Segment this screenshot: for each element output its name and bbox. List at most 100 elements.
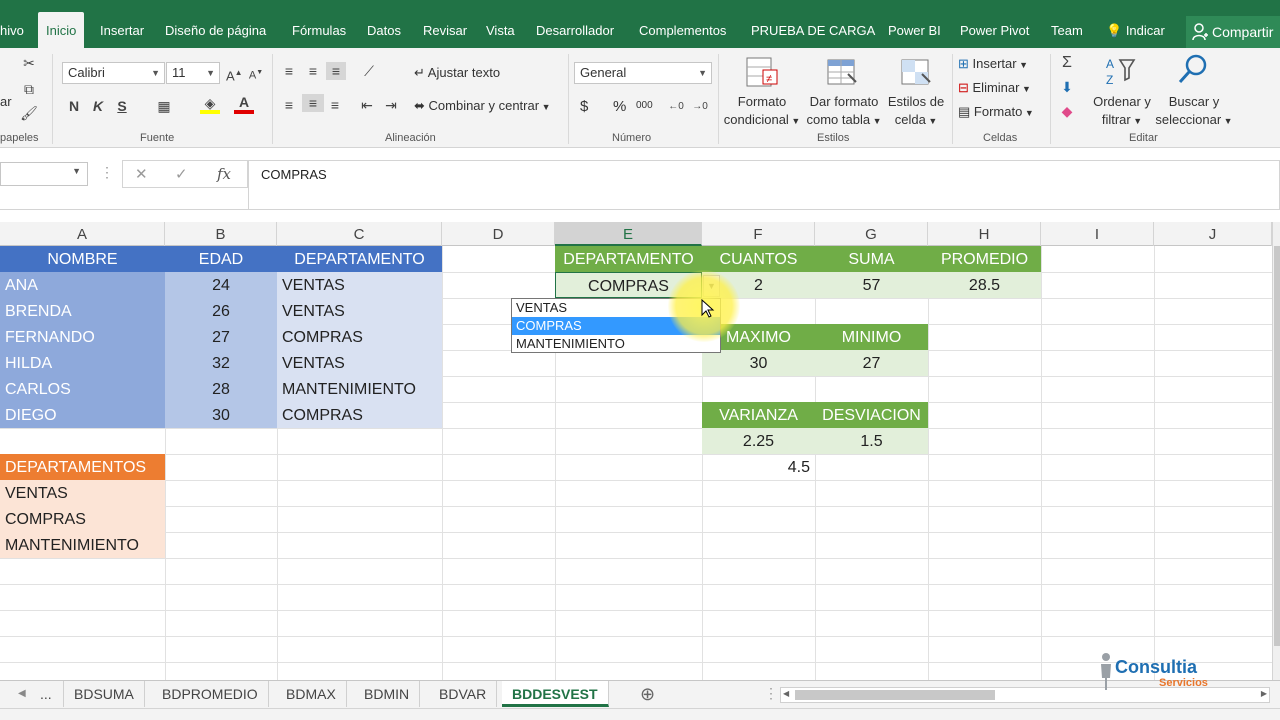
column-header-i[interactable]: I <box>1041 222 1154 246</box>
decrease-indent-icon[interactable]: ⇤ <box>358 96 376 114</box>
column-header-j[interactable]: J <box>1154 222 1272 246</box>
cell-age[interactable]: 26 <box>165 298 277 324</box>
cell-name[interactable]: HILDA <box>0 350 165 376</box>
cell-dept[interactable]: MANTENIMIENTO <box>277 376 442 402</box>
tab-addins[interactable]: Complementos <box>639 12 726 48</box>
dropdown-option-mantenimiento[interactable]: MANTENIMIENTO <box>512 335 720 353</box>
horizontal-scrollbar-thumb[interactable] <box>795 690 995 700</box>
vertical-scrollbar[interactable] <box>1272 222 1280 680</box>
autosum-icon[interactable]: Σ <box>1058 54 1076 72</box>
conditional-format-button[interactable]: Formato condicional ▼ <box>722 93 802 130</box>
add-sheet-icon[interactable]: ⊕ <box>630 681 665 707</box>
cell-name[interactable]: CARLOS <box>0 376 165 402</box>
cell-styles-button[interactable]: Estilos de celda ▼ <box>884 93 948 130</box>
dropdown-arrow-button[interactable]: ▼ <box>703 275 720 297</box>
format-as-table-button[interactable]: Dar formato como tabla ▼ <box>802 93 886 130</box>
cell-age[interactable]: 30 <box>165 402 277 428</box>
shrink-font-icon[interactable]: A▼ <box>248 64 264 85</box>
departments-header[interactable]: DEPARTAMENTOS <box>0 454 165 480</box>
align-right-icon[interactable]: ≡ <box>326 96 344 114</box>
cell-dept[interactable]: COMPRAS <box>277 402 442 428</box>
merge-center-button[interactable]: ⬌ Combinar y centrar ▼ <box>414 98 550 114</box>
cell-name[interactable]: DIEGO <box>0 402 165 428</box>
vertical-scrollbar-thumb[interactable] <box>1274 246 1280 646</box>
find-select-icon[interactable] <box>1176 52 1210 86</box>
suma-header[interactable]: SUMA <box>815 246 928 272</box>
department-item[interactable]: COMPRAS <box>0 506 165 532</box>
tell-me-box[interactable]: 💡 Indicar <box>1106 12 1165 48</box>
column-header-e[interactable]: E <box>555 222 702 246</box>
tab-power-pivot[interactable]: Power Pivot <box>960 12 1029 48</box>
column-header-f[interactable]: F <box>702 222 815 246</box>
cell-dept[interactable]: VENTAS <box>277 350 442 376</box>
sheet-tab-bdmin[interactable]: BDMIN <box>354 681 421 707</box>
tab-load-test[interactable]: PRUEBA DE CARGA <box>751 12 875 48</box>
underline-button[interactable]: S <box>114 97 130 115</box>
format-painter-icon[interactable]: 🖌 <box>20 104 38 122</box>
cell-styles-icon[interactable] <box>900 56 934 90</box>
cell-age[interactable]: 28 <box>165 376 277 402</box>
increase-decimal-icon[interactable]: ←0 <box>666 98 686 116</box>
sheet-tab-bddesvest[interactable]: BDDESVEST <box>502 681 609 707</box>
font-color-icon[interactable]: A <box>234 94 254 114</box>
suma-value[interactable]: 57 <box>815 272 928 298</box>
column-header-g[interactable]: G <box>815 222 928 246</box>
cell-age[interactable]: 27 <box>165 324 277 350</box>
align-left-icon[interactable]: ≡ <box>280 96 298 114</box>
extra-value[interactable]: 4.5 <box>702 454 815 480</box>
more-sheets-button[interactable]: ... <box>30 681 62 707</box>
align-top-icon[interactable]: ≡ <box>280 62 298 80</box>
align-middle-icon[interactable]: ≡ <box>304 62 322 80</box>
sheet-tab-bdsuma[interactable]: BDSUMA <box>63 681 145 707</box>
formula-input[interactable]: COMPRAS <box>248 160 1280 210</box>
insert-function-icon[interactable]: fx <box>217 165 231 183</box>
dropdown-option-compras[interactable]: COMPRAS <box>512 317 720 335</box>
align-center-icon[interactable]: ≡ <box>302 94 324 112</box>
tab-page-layout[interactable]: Diseño de página <box>165 12 266 48</box>
tab-review[interactable]: Revisar <box>423 12 467 48</box>
format-cells-button[interactable]: ▤ Formato ▼ <box>958 104 1034 120</box>
tab-formulas[interactable]: Fórmulas <box>292 12 346 48</box>
format-as-table-icon[interactable] <box>826 56 860 90</box>
cancel-icon[interactable]: ✕ <box>135 165 148 183</box>
increase-indent-icon[interactable]: ⇥ <box>382 96 400 114</box>
varianza-header[interactable]: VARIANZA <box>702 402 815 428</box>
cell-dept[interactable]: COMPRAS <box>277 324 442 350</box>
cut-icon[interactable]: ✂ <box>20 54 38 72</box>
clear-icon[interactable]: ◆ <box>1058 102 1076 120</box>
tab-data[interactable]: Datos <box>367 12 401 48</box>
cell-age[interactable]: 32 <box>165 350 277 376</box>
tab-view[interactable]: Vista <box>486 12 515 48</box>
cell-dept[interactable]: VENTAS <box>277 298 442 324</box>
tab-developer[interactable]: Desarrollador <box>536 12 614 48</box>
conditional-format-icon[interactable]: ≠ <box>745 56 779 90</box>
delete-cells-button[interactable]: ⊟ Eliminar ▼ <box>958 80 1031 96</box>
find-select-button[interactable]: Buscar y seleccionar ▼ <box>1154 93 1234 130</box>
borders-icon[interactable]: ▦ <box>154 97 174 115</box>
thousands-button[interactable]: 000 <box>636 100 653 111</box>
column-header-c[interactable]: C <box>277 222 442 246</box>
font-name-combo[interactable]: Calibri ▼ <box>62 62 165 84</box>
paste-button-label[interactable]: ar <box>0 94 12 109</box>
varianza-value[interactable]: 2.25 <box>702 428 815 454</box>
sheet-tab-bdmax[interactable]: BDMAX <box>276 681 347 707</box>
dropdown-option-ventas[interactable]: VENTAS <box>512 299 720 317</box>
sheet-tab-bdpromedio[interactable]: BDPROMEDIO <box>152 681 269 707</box>
cell-age[interactable]: 24 <box>165 272 277 298</box>
orientation-icon[interactable]: ⟋ <box>358 62 380 80</box>
criteria-header[interactable]: DEPARTAMENTO <box>555 246 702 272</box>
grow-font-icon[interactable]: A▲ <box>226 64 243 85</box>
tab-home[interactable]: Inicio <box>38 12 85 48</box>
fill-icon[interactable]: ⬇ <box>1058 78 1076 96</box>
cell-name[interactable]: ANA <box>0 272 165 298</box>
insert-cells-button[interactable]: ⊞ Insertar ▼ <box>958 56 1028 72</box>
desviacion-header[interactable]: DESVIACION <box>815 402 928 428</box>
criteria-input-cell[interactable]: COMPRAS <box>555 272 702 298</box>
tab-file[interactable]: hivo <box>0 12 24 48</box>
enter-icon[interactable]: ✓ <box>175 165 188 183</box>
sort-filter-icon[interactable]: AZ <box>1104 54 1138 88</box>
share-button[interactable]: Compartir <box>1186 16 1280 48</box>
desviacion-value[interactable]: 1.5 <box>815 428 928 454</box>
minimo-value[interactable]: 27 <box>815 350 928 376</box>
cuantos-header[interactable]: CUANTOS <box>702 246 815 272</box>
